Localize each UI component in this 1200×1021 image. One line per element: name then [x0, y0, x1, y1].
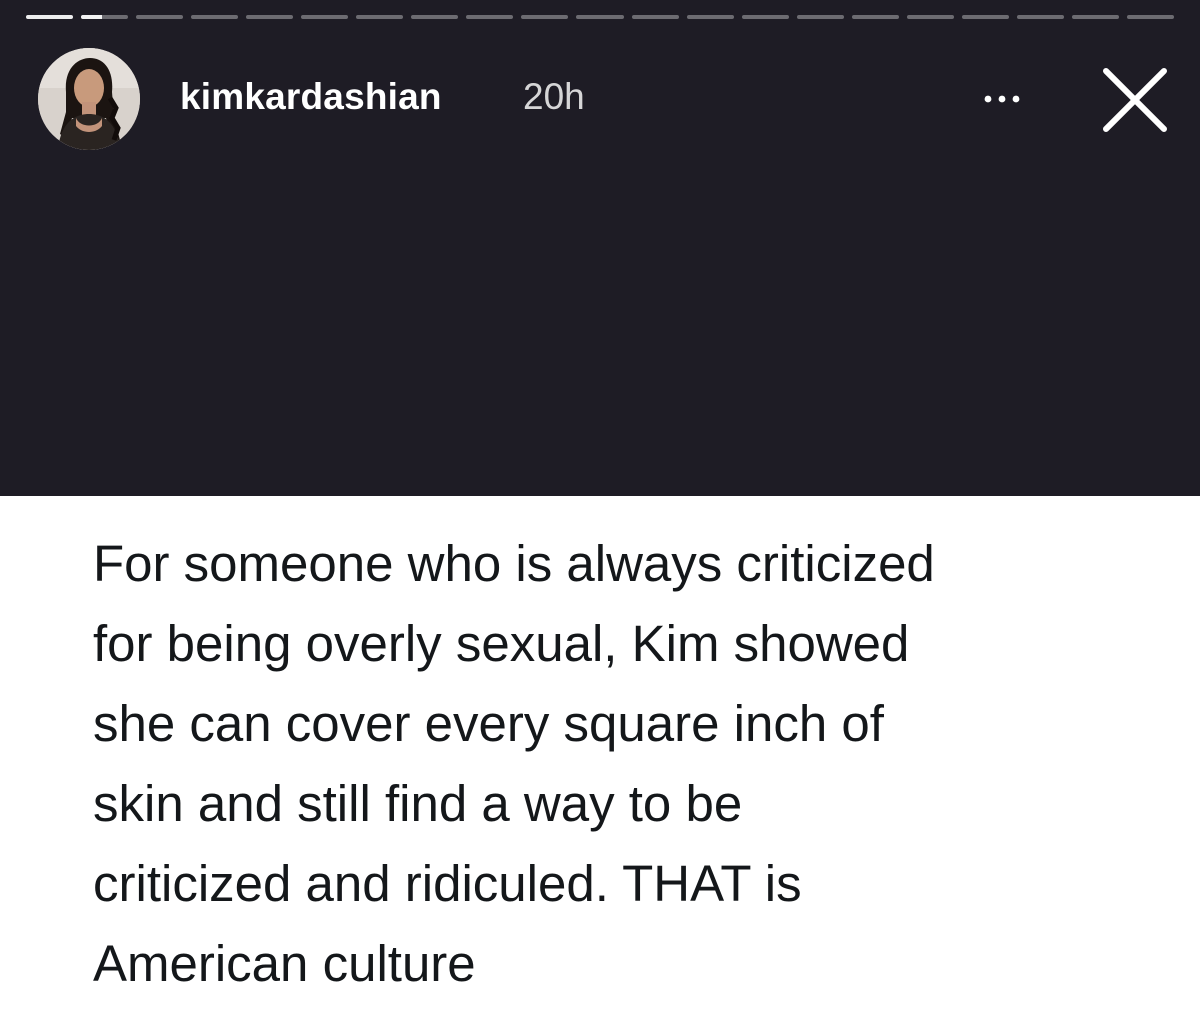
story-progress-segment — [686, 15, 734, 19]
story-progress-segment — [26, 15, 74, 19]
story-progress-segment — [576, 15, 624, 19]
story-progress-segment — [521, 15, 569, 19]
story-progress-segment — [906, 15, 954, 19]
story-timestamp: 20h — [523, 76, 585, 117]
story-progress-segment — [411, 15, 459, 19]
story-progress-segment — [191, 15, 239, 19]
story-progress-segment — [356, 15, 404, 19]
story-progress-segment — [961, 15, 1009, 19]
story-text-panel: For someone who is always criticized for… — [0, 496, 1200, 1021]
story-progress-segment — [796, 15, 844, 19]
close-button[interactable] — [1100, 65, 1170, 135]
more-horizontal-icon — [984, 95, 1020, 103]
avatar[interactable] — [38, 48, 140, 150]
story-progress-segment — [1126, 15, 1174, 19]
story-progress-fill — [81, 15, 103, 19]
story-progress-segment — [136, 15, 184, 19]
story-progress-segment — [81, 15, 129, 19]
more-options-button[interactable] — [976, 84, 1036, 114]
story-progress-segment — [1071, 15, 1119, 19]
story-progress-segment — [301, 15, 349, 19]
story-dark-panel: kimkardashian 20h — [0, 0, 1200, 496]
story-progress-segment — [631, 15, 679, 19]
story-progress-segment — [851, 15, 899, 19]
story-progress-segment — [1016, 15, 1064, 19]
instagram-story[interactable]: kimkardashian 20h For someone who is alw… — [0, 0, 1200, 1021]
close-icon — [1103, 68, 1167, 132]
quoted-tweet-text: For someone who is always criticized for… — [93, 535, 935, 992]
profile-photo-icon — [38, 48, 140, 150]
story-progress-segment — [246, 15, 294, 19]
story-progress-bar — [26, 15, 1174, 19]
story-progress-segment — [741, 15, 789, 19]
story-username[interactable]: kimkardashian — [180, 76, 442, 118]
story-header: kimkardashian 20h — [38, 48, 1173, 152]
story-progress-segment — [466, 15, 514, 19]
